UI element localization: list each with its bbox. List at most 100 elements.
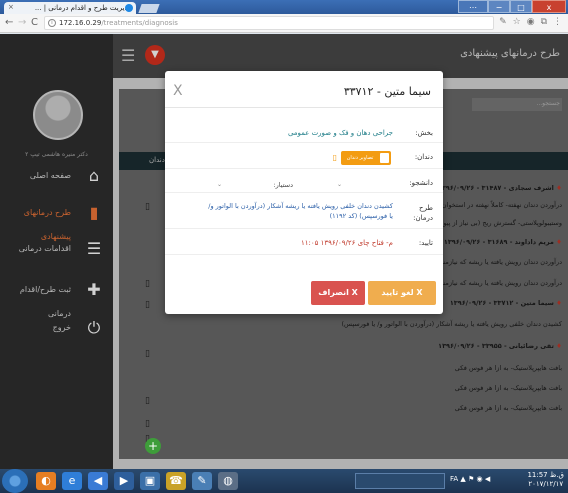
sidebar: دکتر منیره هاشمی تیپ ۲ ⌂ صفحه اصلی ▮ طرح… [0, 34, 113, 469]
plus-icon: ✚ [87, 280, 101, 299]
assistant-label: دستیار: [273, 181, 293, 189]
hamburger-menu-icon[interactable]: ☰ [121, 46, 135, 65]
modal-title: سیما متین - ۳۳۷۱۲ [343, 85, 431, 98]
window-controls: ⋯ − □ x [458, 0, 566, 13]
taskbar-app-icon[interactable]: ▶ [114, 472, 134, 490]
sidebar-item-logout[interactable]: ⏻ خروج [0, 316, 113, 340]
table-row[interactable]: بافت هایپرپلاستیک- به ازا هر فوس فکی [455, 364, 562, 372]
system-tray-icons[interactable]: FA ▲ ⚑ ◉ ◀ [450, 475, 490, 483]
field-student: دانشجو: ⌄ دستیار: ⌄ [165, 171, 443, 193]
minimize-button[interactable]: − [488, 0, 510, 13]
sidebar-item-label: اقدامات درمانی [18, 244, 71, 253]
avatar [33, 90, 83, 140]
taskbar-ie-icon[interactable]: e [62, 472, 82, 490]
username: دکتر منیره هاشمی تیپ ۲ [25, 151, 88, 158]
home-icon: ⌂ [88, 166, 100, 185]
extension-circle-icon[interactable]: ◉ [527, 17, 535, 27]
table-row[interactable]: ♦ مریم داداوند - ۳۱۶۸۹ - ۱۳۹۶/۰۹/۲۶ [444, 238, 562, 246]
add-plan-button[interactable]: + [145, 438, 161, 454]
field-tooth: دندان: تصاویر دندان ▯ [165, 143, 443, 169]
sidebar-item-suggested-plans[interactable]: ▮ طرح درمانهای پیشنهادی [0, 201, 113, 241]
new-tab-button[interactable] [138, 4, 160, 13]
search-input[interactable]: جستجو... [472, 98, 562, 111]
tooth-row-icon[interactable]: ▯ [145, 349, 150, 359]
field-confirm: تایید: م- فتاح چای ۱۳۹۶/۰۹/۲۶ ۱۱:۰۵ [165, 231, 443, 255]
page-title: طرح درمانهای پیشنهادی [460, 48, 560, 59]
url-input[interactable]: i 172.16.0.29/treatments/diagnosis [44, 16, 494, 30]
field-plan: طرح درمان: کشیدن دندان خلفی رویش یافته ی… [165, 195, 443, 229]
sidebar-item-home[interactable]: ⌂ صفحه اصلی [0, 164, 113, 188]
modal-close-icon[interactable]: X [173, 83, 183, 99]
table-row[interactable]: ♦ تقی رضائیانی - ۳۳۹۵۵ - ۱۳۹۶/۰۹/۲۶ [438, 342, 562, 350]
notification-icon[interactable]: ▼ [145, 45, 165, 65]
tooth-images-label: تصاویر دندان [346, 155, 374, 161]
tooth-row-icon[interactable]: ▯ [145, 396, 150, 406]
browser-tab[interactable]: مدیریت طرح و اقدام درمانی | ... × [4, 2, 136, 14]
browser-tab-bar: مدیریت طرح و اقدام درمانی | ... × ⋯ − □ … [0, 0, 568, 14]
list-icon: ☰ [86, 239, 102, 258]
field-label: دندان: [414, 153, 433, 161]
sidebar-item-treatments[interactable]: ☰ اقدامات درمانی [0, 237, 113, 261]
start-button[interactable] [2, 469, 28, 493]
tooth-images-button[interactable]: تصاویر دندان [341, 151, 391, 165]
reload-icon[interactable]: C [31, 17, 38, 28]
url-host: 172.16.0.29 [59, 19, 102, 27]
table-row[interactable]: بافت هایپرپلاستیک- به ازا هر فوس فکی [455, 404, 562, 412]
tooth-row-icon[interactable]: ▯ [145, 279, 150, 289]
clock-time: 11:57 ق.ظ [527, 471, 564, 479]
maximize-button[interactable]: □ [510, 0, 532, 13]
taskbar: ◐ e ◀ ▶ ▣ ☎ ✎ ◍ FA ▲ ⚑ ◉ ◀ 11:57 ق.ظ ۲۰۱… [0, 469, 568, 493]
image-icon [380, 153, 389, 163]
student-dropdown-chevron-icon[interactable]: ⌄ [337, 181, 342, 188]
power-icon: ⏻ [87, 318, 101, 337]
taskbar-input-field[interactable] [355, 473, 445, 489]
sidebar-item-label: خروج [52, 323, 71, 332]
taskbar-app-icon[interactable]: ◀ [88, 472, 108, 490]
site-info-icon[interactable]: i [48, 19, 56, 27]
document-icon: ▮ [89, 203, 99, 222]
taskbar-app-icon[interactable]: ◍ [218, 472, 238, 490]
table-row[interactable]: ♦ اشرف سجادی - ۳۱۴۸۷ - ۱۳۹۶/۰۹/۲۶ [438, 184, 562, 192]
taskbar-chrome-icon[interactable]: ◐ [36, 472, 56, 490]
tooth-icon: ▯ [332, 153, 337, 162]
sidebar-item-label: صفحه اصلی [29, 171, 71, 180]
bookmark-star-icon[interactable]: ☆ [513, 17, 521, 27]
field-label: بخش: [415, 129, 433, 137]
sidebar-item-register[interactable]: ✚ ثبت طرح/اقدام درمانی [0, 278, 113, 318]
tooth-row-icon[interactable]: ▯ [145, 202, 150, 212]
table-row[interactable]: درآوردن دندان نهفته- کاملاً نهفته در است… [442, 201, 562, 209]
assistant-dropdown-chevron-icon[interactable]: ⌄ [217, 181, 222, 188]
profile-button[interactable]: ⋯ [458, 0, 488, 13]
cancel-confirmation-button[interactable]: X لغو تایید [368, 281, 436, 305]
clock[interactable]: 11:57 ق.ظ ۲۰۱۷/۱۲/۱۷ [527, 471, 564, 489]
section-value: جراحی دهان و فک و صورت عمومی [287, 129, 393, 137]
field-label: طرح درمان: [413, 204, 433, 222]
extension-window-icon[interactable]: ⧉ [541, 17, 547, 27]
extension-icons: ✎ ☆ ◉ ⧉ ⋮ [499, 17, 562, 27]
close-window-button[interactable]: x [532, 0, 566, 13]
taskbar-app-icon[interactable]: ▣ [140, 472, 160, 490]
browser-menu-icon[interactable]: ⋮ [553, 17, 562, 27]
modal-header: X سیما متین - ۳۳۷۱۲ [165, 71, 443, 108]
tab-title: مدیریت طرح و اقدام درمانی | ... [34, 4, 132, 12]
dismiss-button[interactable]: X انصراف [311, 281, 365, 305]
extension-edit-icon[interactable]: ✎ [499, 17, 507, 27]
column-header-tooth: دندان [149, 156, 165, 164]
field-section: بخش: جراحی دهان و فک و صورت عمومی [165, 121, 443, 143]
sidebar-item-label: ثبت طرح/اقدام درمانی [19, 285, 71, 318]
table-row[interactable]: ♦ سیما متین - ۳۳۷۱۲ - ۱۳۹۶/۰۹/۲۶ [450, 299, 562, 307]
treatment-modal: X سیما متین - ۳۳۷۱۲ بخش: جراحی دهان و فک… [165, 71, 443, 314]
tooth-row-icon[interactable]: ▯ [145, 419, 150, 429]
table-row[interactable]: بافت هایپرپلاستیک- به ازا هر فوس فکی [455, 384, 562, 392]
table-row[interactable]: کشیدن دندان خلفی رویش یافته یا ریشه آشکا… [342, 320, 563, 328]
tab-favicon-icon [125, 4, 133, 12]
taskbar-app-icon[interactable]: ✎ [192, 472, 212, 490]
confirm-value: م- فتاح چای ۱۳۹۶/۰۹/۲۶ ۱۱:۰۵ [300, 239, 393, 247]
plan-value: کشیدن دندان خلفی رویش یافته یا ریشه آشکا… [208, 202, 393, 220]
forward-icon[interactable]: → [18, 17, 26, 28]
address-bar: ← → C i 172.16.0.29/treatments/diagnosis… [0, 14, 568, 33]
back-icon[interactable]: ← [5, 17, 13, 28]
tooth-row-icon[interactable]: ▯ [145, 300, 150, 310]
taskbar-folder-icon[interactable]: ☎ [166, 472, 186, 490]
tab-close-icon[interactable]: × [8, 3, 14, 11]
